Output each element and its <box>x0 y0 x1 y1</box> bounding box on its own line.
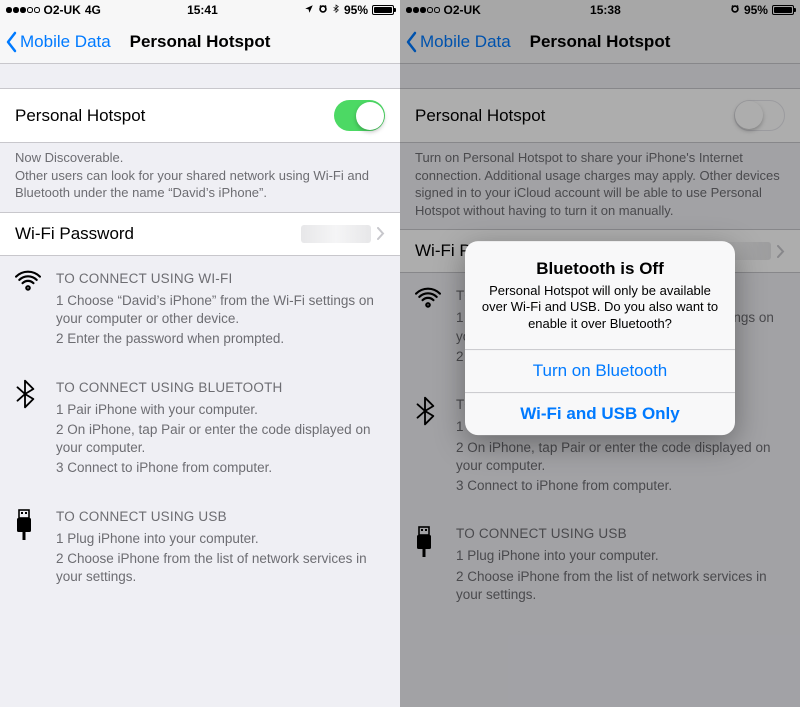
alarm-icon <box>318 3 328 17</box>
bluetooth-large-icon <box>415 396 443 431</box>
chevron-right-icon <box>777 245 785 258</box>
alert-message: Personal Hotspot will only be available … <box>481 283 719 334</box>
chevron-left-icon <box>404 31 418 53</box>
status-bar: O2-UK 4G 15:41 95% <box>0 0 400 20</box>
instructions-usb-step1: 1 Plug iPhone into your computer. <box>56 530 385 548</box>
personal-hotspot-label: Personal Hotspot <box>15 106 145 126</box>
back-button[interactable]: Mobile Data <box>400 31 511 53</box>
instructions-bt-step2: 2 On iPhone, tap Pair or enter the code … <box>56 421 385 457</box>
location-icon <box>304 3 314 17</box>
wifi-password-value <box>301 225 371 243</box>
battery-percent-label: 95% <box>344 3 368 17</box>
usb-icon <box>15 508 43 547</box>
screenshot-right: O2-UK 15:38 95% Mobile Data Personal Hot… <box>400 0 800 707</box>
instructions-usb-step1: 1 Plug iPhone into your computer. <box>456 547 785 565</box>
back-label: Mobile Data <box>20 32 111 52</box>
wifi-icon <box>15 270 43 297</box>
instructions-usb-step2: 2 Choose iPhone from the list of network… <box>456 568 785 604</box>
nav-bar: Mobile Data Personal Hotspot <box>400 20 800 64</box>
battery-icon <box>772 5 794 15</box>
status-bar: O2-UK 15:38 95% <box>400 0 800 20</box>
screenshot-left: O2-UK 4G 15:41 95% Mobile Data Personal … <box>0 0 400 707</box>
personal-hotspot-label: Personal Hotspot <box>415 106 545 126</box>
bluetooth-off-alert: Bluetooth is Off Personal Hotspot will o… <box>465 241 735 436</box>
instructions-bt-step3: 3 Connect to iPhone from computer. <box>56 459 385 477</box>
clock-label: 15:38 <box>590 3 621 17</box>
battery-icon <box>372 5 394 15</box>
wifi-icon <box>415 287 443 314</box>
alert-title: Bluetooth is Off <box>481 259 719 279</box>
discoverable-line1: Now Discoverable. <box>15 149 385 167</box>
hotspot-off-footer: Turn on Personal Hotspot to share your i… <box>400 143 800 229</box>
battery-percent-label: 95% <box>744 3 768 17</box>
instructions-bt-step3: 3 Connect to iPhone from computer. <box>456 477 785 495</box>
bluetooth-icon <box>332 3 340 18</box>
chevron-right-icon <box>377 227 385 240</box>
chevron-left-icon <box>4 31 18 53</box>
network-type-label: 4G <box>85 3 101 17</box>
back-label: Mobile Data <box>420 32 511 52</box>
turn-on-bluetooth-button[interactable]: Turn on Bluetooth <box>465 349 735 392</box>
instructions-wifi-step2: 2 Enter the password when prompted. <box>56 330 385 348</box>
personal-hotspot-toggle[interactable] <box>334 100 385 131</box>
personal-hotspot-row[interactable]: Personal Hotspot <box>0 88 400 143</box>
clock-label: 15:41 <box>187 3 218 17</box>
instructions-bt-step1: 1 Pair iPhone with your computer. <box>56 401 385 419</box>
bluetooth-large-icon <box>15 379 43 414</box>
wifi-password-row[interactable]: Wi-Fi Password <box>0 212 400 256</box>
discoverable-footer: Now Discoverable. Other users can look f… <box>0 143 400 212</box>
instructions-bt-head: TO CONNECT USING BLUETOOTH <box>56 379 385 397</box>
carrier-label: O2-UK <box>44 3 81 17</box>
nav-bar: Mobile Data Personal Hotspot <box>0 20 400 64</box>
wifi-usb-only-button[interactable]: Wi-Fi and USB Only <box>465 392 735 435</box>
instructions-wifi-step1: 1 Choose “David’s iPhone” from the Wi-Fi… <box>56 292 385 328</box>
back-button[interactable]: Mobile Data <box>0 31 111 53</box>
carrier-label: O2-UK <box>444 3 481 17</box>
instructions-bluetooth: TO CONNECT USING BLUETOOTH 1 Pair iPhone… <box>0 365 400 494</box>
wifi-password-label: Wi-Fi Password <box>15 224 134 244</box>
alarm-icon <box>730 3 740 17</box>
personal-hotspot-row[interactable]: Personal Hotspot <box>400 88 800 143</box>
instructions-usb: TO CONNECT USING USB 1 Plug iPhone into … <box>0 494 400 603</box>
instructions-usb: TO CONNECT USING USB 1 Plug iPhone into … <box>400 511 800 620</box>
personal-hotspot-toggle[interactable] <box>734 100 785 131</box>
signal-dots-icon <box>6 7 40 13</box>
instructions-usb-head: TO CONNECT USING USB <box>456 525 785 543</box>
instructions-usb-head: TO CONNECT USING USB <box>56 508 385 526</box>
signal-dots-icon <box>406 7 440 13</box>
discoverable-line2: Other users can look for your shared net… <box>15 167 385 202</box>
usb-icon <box>415 525 443 564</box>
instructions-bt-step2: 2 On iPhone, tap Pair or enter the code … <box>456 439 785 475</box>
instructions-usb-step2: 2 Choose iPhone from the list of network… <box>56 550 385 586</box>
instructions-wifi: TO CONNECT USING WI-FI 1 Choose “David’s… <box>0 256 400 365</box>
instructions-wifi-head: TO CONNECT USING WI-FI <box>56 270 385 288</box>
